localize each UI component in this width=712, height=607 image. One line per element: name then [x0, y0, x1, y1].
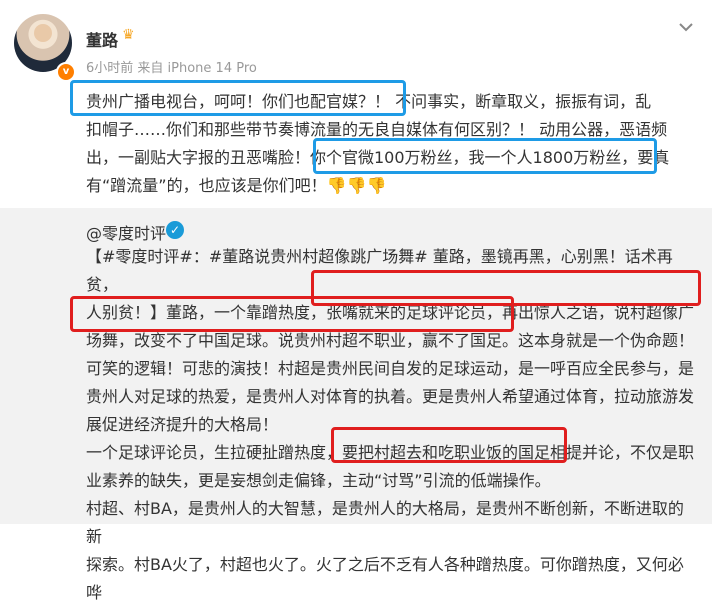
user-name[interactable]: 董路 [86, 27, 118, 51]
post-text: 贵州广播电视台，呵呵！你们也配官媒？！ 不问事实，断章取义，振振有词，乱 扣帽子… [86, 88, 696, 200]
post-line-4: 有“蹭流量”的，也应该是你们吧！👎👎👎 [86, 172, 696, 200]
verified-badge: v [56, 62, 76, 82]
repost-line: 一个足球评论员，生拉硬扯蹭热度，要把村超去和吃职业饭的国足相提并论，不仅是职 [86, 443, 695, 462]
repost-line: 村超、村BA，是贵州人的大智慧，是贵州人的大格局，是贵州不断创新，不断进取的新 [86, 499, 684, 546]
repost-line: 可笑的逻辑！可悲的演技！村超是贵州民间自发的足球运动，是一呼百应全民参与，是 [86, 359, 695, 378]
repost-line: 业素养的缺失，更是妄想剑走偏锋，主动“讨骂”引流的低端操作。 [86, 471, 551, 490]
post-line-2: 扣帽子……你们和那些带节奏博流量的无良自媒体有何区别？！ 动用公器，恶语频 [86, 120, 668, 139]
verified-check-icon: ✓ [166, 221, 184, 239]
post-line-3: 出，一副贴大字报的丑恶嘴脸！你个官微100万粉丝，我一个人1800万粉丝，要真 [86, 148, 670, 167]
repost-line: 人别贫！】董路，一个靠蹭热度，张嘴就来的足球评论员，再出惊人之语，说村超像广 [86, 303, 695, 322]
post-time-source: 6小时前 来自 iPhone 14 Pro [86, 61, 257, 76]
post-line-1: 贵州广播电视台，呵呵！你们也配官媒？！ 不问事实，断章取义，振振有词，乱 [86, 92, 652, 111]
chevron-down-icon[interactable] [676, 17, 696, 37]
crown-icon: ♛ [122, 27, 135, 43]
repost-line: 贵州人对足球的热爱，是贵州人对体育的执着。更是贵州人希望通过体育，拉动旅游发 [86, 387, 695, 406]
post-line-4-text: 有“蹭流量”的，也应该是你们吧！ [86, 176, 327, 195]
repost-line: 展促进经济提升的大格局！ [86, 415, 279, 434]
thumbs-down-icon: 👎👎👎 [326, 176, 387, 195]
repost-author[interactable]: @零度时评 [86, 220, 166, 244]
repost-line: 场舞，改变不了中国足球。说贵州村超不职业，赢不了国足。这本身就是一个伪命题！ [86, 331, 695, 350]
repost-text: 【#零度时评#：#董路说贵州村超像跳广场舞# 董路，墨镜再黑，心别黑！话术再贫，… [86, 243, 696, 607]
repost-line: 探索。村BA火了，村超也火了。火了之后不乏有人各种蹭热度。可你蹭热度，又何必哗 [86, 555, 684, 602]
repost-line: 【#零度时评#：#董路说贵州村超像跳广场舞# 董路，墨镜再黑，心别黑！话术再贫， [86, 247, 673, 294]
